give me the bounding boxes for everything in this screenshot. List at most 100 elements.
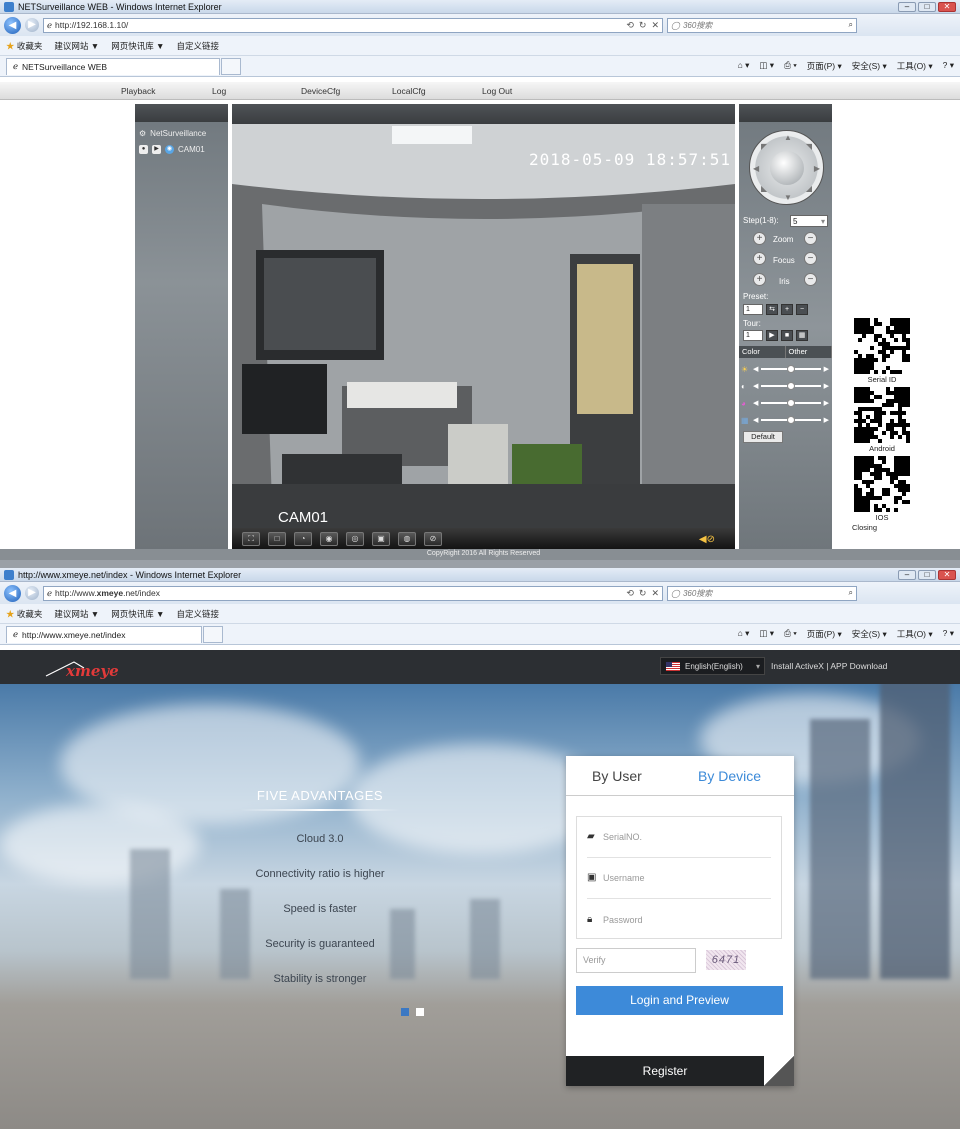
record-button-icon[interactable]: ◉: [320, 532, 338, 546]
slider-knob[interactable]: [787, 399, 795, 407]
iris-close-icon[interactable]: −: [804, 273, 817, 286]
maximize-button[interactable]: □: [918, 1, 936, 12]
tab-by-device[interactable]: By Device: [688, 756, 794, 795]
tab-by-user[interactable]: By User: [566, 756, 688, 795]
saturation-slider[interactable]: ◕ ◀ ▶: [741, 397, 829, 409]
language-select[interactable]: English(English) ▾: [660, 657, 765, 675]
stop-icon[interactable]: ✕: [651, 20, 659, 31]
preset-goto-icon[interactable]: ⇆: [766, 304, 778, 315]
snapshot-icon[interactable]: ▣: [372, 532, 390, 546]
help-icon[interactable]: ? ▾: [943, 628, 954, 640]
search-box[interactable]: ◯ 360搜索 ⌕: [667, 17, 857, 33]
ptz-direction-pad[interactable]: ▲ ▼ ◀ ▶ ◤ ◥ ◣ ◢: [749, 130, 824, 205]
slider-knob[interactable]: [787, 365, 795, 373]
cmd-tools[interactable]: 工具(O) ▾: [897, 60, 933, 72]
menu-logout[interactable]: Log Out: [482, 86, 512, 96]
cmd-page[interactable]: 页面(P) ▾: [807, 628, 842, 640]
iris-open-icon[interactable]: +: [753, 273, 766, 286]
refresh-icon[interactable]: ↻: [639, 588, 647, 599]
serial-field[interactable]: ▰ SerialNO.: [587, 817, 771, 858]
tour-play-icon[interactable]: ▶: [766, 330, 778, 341]
address-bar[interactable]: ℯ http://192.168.1.10/ ⟲ ↻ ✕: [43, 17, 663, 33]
preset-add-icon[interactable]: +: [781, 304, 793, 315]
tree-channel[interactable]: ● ▶ ◉ CAM01: [139, 141, 224, 157]
compat-icon[interactable]: ⟲: [626, 20, 634, 31]
verify-input[interactable]: Verify: [576, 948, 696, 973]
single-view-icon[interactable]: □: [268, 532, 286, 546]
slider-knob[interactable]: [787, 382, 795, 390]
preset-input[interactable]: 1: [743, 304, 763, 315]
ptz-down-icon[interactable]: ▼: [784, 193, 792, 202]
menu-log[interactable]: Log: [212, 86, 226, 96]
stop-icon[interactable]: ✕: [651, 588, 659, 599]
record-icon[interactable]: ●: [139, 144, 148, 154]
default-button[interactable]: Default: [743, 431, 783, 443]
fav-link-webslice[interactable]: 网页快讯库 ▼: [111, 40, 164, 52]
search-icon[interactable]: ⌕: [849, 588, 856, 598]
back-button[interactable]: ◀: [4, 16, 21, 34]
forward-button[interactable]: ▶: [25, 586, 39, 600]
ptz-up-icon[interactable]: ▲: [784, 133, 792, 142]
stop-record-icon[interactable]: ◎: [346, 532, 364, 546]
slider-knob[interactable]: [787, 416, 795, 424]
mute-icon[interactable]: ◀⊘: [699, 534, 715, 545]
print-icon[interactable]: ⎙ ▾: [784, 60, 797, 72]
ptz-downright-icon[interactable]: ◢: [806, 184, 812, 193]
play-icon[interactable]: ▶: [152, 144, 161, 154]
new-tab-button[interactable]: [221, 57, 241, 75]
password-field[interactable]: 🔒︎ Password: [587, 899, 771, 940]
ptz-downleft-icon[interactable]: ◣: [761, 184, 767, 193]
help-icon[interactable]: ? ▾: [943, 60, 954, 72]
ptz-right-icon[interactable]: ▶: [814, 164, 820, 173]
close-button[interactable]: ✕: [938, 1, 956, 12]
browser-tab[interactable]: ℯ NETSurveillance WEB: [6, 57, 220, 75]
fav-link-suggested[interactable]: 建议网站 ▼: [54, 40, 99, 52]
address-bar[interactable]: ℯ http://www.xmeye.net/index ⟲ ↻ ✕: [43, 585, 663, 601]
ptz-center-ball[interactable]: [770, 151, 804, 185]
back-button[interactable]: ◀: [4, 584, 21, 602]
fav-link-custom[interactable]: 自定义链接: [176, 608, 219, 620]
tab-color[interactable]: Color: [739, 346, 786, 358]
step-select[interactable]: 5 ▾: [790, 215, 828, 227]
carousel-dot-1[interactable]: [401, 1008, 409, 1016]
talk-icon[interactable]: ◍: [398, 532, 416, 546]
focus-far-icon[interactable]: −: [804, 252, 817, 265]
ptz-upright-icon[interactable]: ◥: [806, 142, 812, 151]
favorites-button[interactable]: ★ 收藏夹: [6, 608, 42, 620]
minimize-button[interactable]: –: [898, 1, 916, 12]
tour-input[interactable]: 1: [743, 330, 763, 341]
cmd-page[interactable]: 页面(P) ▾: [807, 60, 842, 72]
ptz-upleft-icon[interactable]: ◤: [761, 142, 767, 151]
fav-link-webslice[interactable]: 网页快讯库 ▼: [111, 608, 164, 620]
zoom-in-icon[interactable]: +: [753, 232, 766, 245]
compat-icon[interactable]: ⟲: [626, 588, 634, 599]
xmeye-logo[interactable]: xmeye: [44, 654, 124, 680]
cmd-safety[interactable]: 安全(S) ▾: [852, 60, 887, 72]
tour-stop-icon[interactable]: ■: [781, 330, 793, 341]
home-icon[interactable]: ⌂ ▾: [738, 628, 750, 640]
search-icon[interactable]: ⌕: [849, 20, 856, 30]
header-links[interactable]: Install ActiveX | APP Download: [771, 661, 887, 671]
refresh-icon[interactable]: ↻: [639, 20, 647, 31]
closing-link[interactable]: Closing: [852, 523, 912, 532]
focus-near-icon[interactable]: +: [753, 252, 766, 265]
stop-talk-icon[interactable]: ⊘: [424, 532, 442, 546]
home-icon[interactable]: ⌂ ▾: [738, 60, 750, 72]
captcha-image[interactable]: 6471: [706, 950, 746, 970]
feeds-icon[interactable]: ◫ ▾: [759, 60, 774, 72]
zoom-out-icon[interactable]: −: [804, 232, 817, 245]
feeds-icon[interactable]: ◫ ▾: [759, 628, 774, 640]
username-field[interactable]: ▣ Username: [587, 858, 771, 899]
tree-root[interactable]: ⚙ NetSurveillance: [139, 125, 224, 141]
fav-link-custom[interactable]: 自定义链接: [176, 40, 219, 52]
qr-corner-icon[interactable]: [764, 1056, 794, 1086]
cmd-safety[interactable]: 安全(S) ▾: [852, 628, 887, 640]
carousel-dot-2[interactable]: [416, 1008, 424, 1016]
menu-playback[interactable]: Playback: [121, 86, 156, 96]
fav-link-suggested[interactable]: 建议网站 ▼: [54, 608, 99, 620]
search-box[interactable]: ◯ 360搜索 ⌕: [667, 585, 857, 601]
cmd-tools[interactable]: 工具(O) ▾: [897, 628, 933, 640]
tour-grid-icon[interactable]: ▦: [796, 330, 808, 341]
quad-view-icon[interactable]: ◔: [294, 532, 312, 546]
tab-other[interactable]: Other: [786, 346, 832, 358]
